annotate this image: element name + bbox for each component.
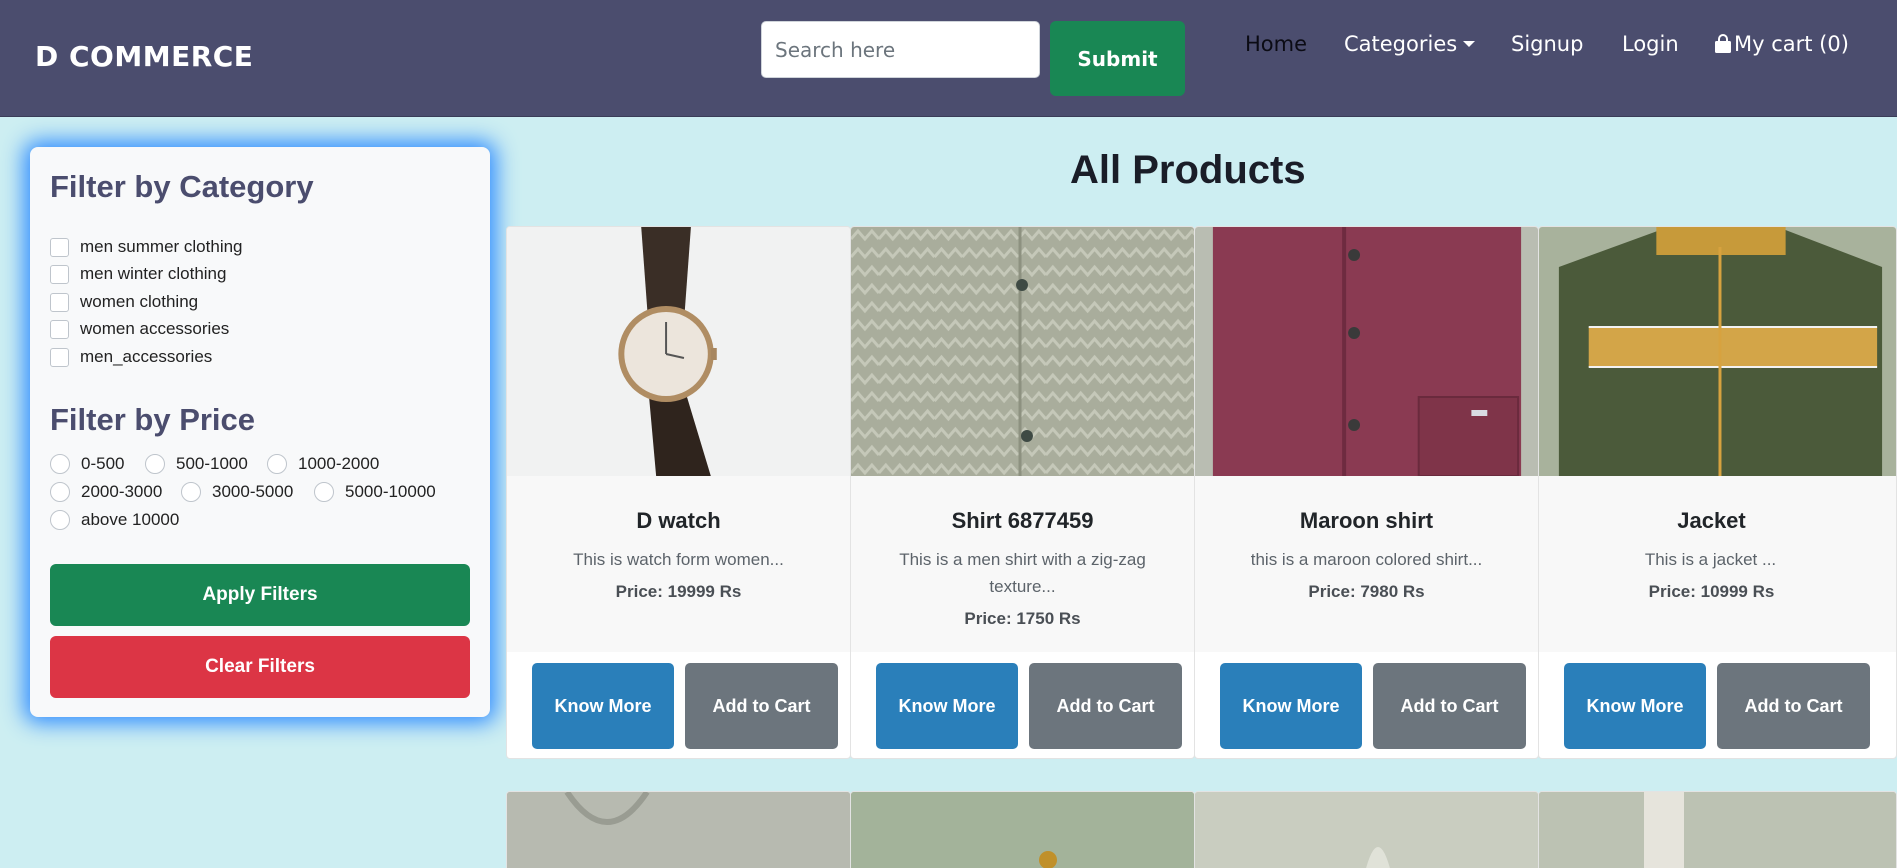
nav-categories-label: Categories bbox=[1344, 32, 1458, 56]
add-to-cart-button[interactable]: Add to Cart bbox=[1717, 663, 1870, 749]
category-checkbox[interactable] bbox=[50, 292, 69, 312]
product-image-partial bbox=[1195, 792, 1538, 868]
product-image-partial bbox=[1539, 792, 1896, 868]
nav-signup-label: Signup bbox=[1511, 32, 1584, 56]
product-name: Maroon shirt bbox=[1299, 508, 1434, 533]
product-image-watch[interactable] bbox=[507, 227, 850, 476]
price-option-5000-10000[interactable]: 5000-10000 bbox=[314, 481, 436, 503]
product-image-jacket[interactable] bbox=[1539, 227, 1896, 476]
product-card: Jacket This is a jacket ... Price: 10999… bbox=[1538, 226, 1897, 759]
product-price: Price: 7980 Rs bbox=[1308, 582, 1425, 601]
product-card-partial[interactable] bbox=[850, 791, 1195, 868]
filter-category-title: Filter by Category bbox=[50, 169, 314, 204]
product-card: Shirt 6877459 This is a men shirt with a… bbox=[850, 226, 1195, 759]
search-input[interactable] bbox=[761, 21, 1040, 78]
product-price: Price: 10999 Rs bbox=[1648, 582, 1775, 601]
price-option-500-1000[interactable]: 500-1000 bbox=[145, 453, 248, 475]
know-more-button[interactable]: Know More bbox=[876, 663, 1018, 749]
product-image-shirt[interactable] bbox=[851, 227, 1194, 476]
product-description: this is a maroon colored shirt... bbox=[1250, 550, 1483, 569]
price-radio[interactable] bbox=[314, 482, 334, 502]
navbar: D COMMERCE Submit Home Categories Signup… bbox=[0, 0, 1897, 117]
category-checkbox[interactable] bbox=[50, 237, 69, 257]
product-card-body: D watch This is watch form women... Pric… bbox=[507, 476, 850, 652]
price-label: 5000-10000 bbox=[345, 482, 436, 501]
category-option-men-accessories[interactable]: men_accessories bbox=[50, 346, 212, 368]
product-description: This is a men shirt with a zig-zag textu… bbox=[899, 550, 1146, 596]
category-checkbox[interactable] bbox=[50, 264, 69, 284]
brand-logo[interactable]: D COMMERCE bbox=[35, 40, 253, 73]
price-label: 3000-5000 bbox=[212, 482, 294, 501]
category-checkbox[interactable] bbox=[50, 347, 69, 367]
category-label: men summer clothing bbox=[80, 237, 243, 256]
price-label: 1000-2000 bbox=[298, 454, 380, 473]
category-label: women accessories bbox=[80, 319, 230, 338]
product-card-body: Maroon shirt this is a maroon colored sh… bbox=[1195, 476, 1538, 652]
product-image-maroon-shirt[interactable] bbox=[1195, 227, 1538, 476]
shopping-bag-icon bbox=[1715, 34, 1731, 53]
category-label: men_accessories bbox=[80, 347, 213, 366]
filter-price-title: Filter by Price bbox=[50, 402, 256, 437]
price-radio[interactable] bbox=[145, 454, 165, 474]
product-description: This is watch form women... bbox=[573, 550, 784, 569]
price-label: above 10000 bbox=[81, 510, 180, 529]
apply-filters-button[interactable]: Apply Filters bbox=[50, 564, 470, 626]
nav-signup-link[interactable]: Signup bbox=[1511, 32, 1583, 56]
product-name: Jacket bbox=[1677, 508, 1746, 533]
category-checkbox[interactable] bbox=[50, 319, 69, 339]
know-more-button[interactable]: Know More bbox=[1220, 663, 1362, 749]
filter-panel: Filter by Category men summer clothing m… bbox=[30, 147, 490, 717]
add-to-cart-button[interactable]: Add to Cart bbox=[1029, 663, 1182, 749]
price-option-2000-3000[interactable]: 2000-3000 bbox=[50, 481, 162, 503]
product-card-partial[interactable] bbox=[506, 791, 851, 868]
nav-home-link[interactable]: Home bbox=[1245, 32, 1307, 56]
product-price: Price: 1750 Rs bbox=[964, 609, 1081, 628]
add-to-cart-button[interactable]: Add to Cart bbox=[1373, 663, 1526, 749]
know-more-button[interactable]: Know More bbox=[532, 663, 674, 749]
category-option-women-clothing[interactable]: women clothing bbox=[50, 291, 198, 313]
price-option-above-10000[interactable]: above 10000 bbox=[50, 509, 179, 531]
product-image-partial bbox=[507, 792, 850, 868]
price-label: 2000-3000 bbox=[81, 482, 163, 501]
nav-cart-label: My cart (0) bbox=[1734, 32, 1849, 56]
price-radio[interactable] bbox=[181, 482, 201, 502]
nav-categories-dropdown[interactable]: Categories bbox=[1344, 32, 1476, 56]
category-label: men winter clothing bbox=[80, 264, 227, 283]
product-card: Maroon shirt this is a maroon colored sh… bbox=[1194, 226, 1539, 759]
caret-down-icon bbox=[1463, 41, 1476, 47]
price-label: 500-1000 bbox=[176, 454, 248, 473]
product-card: D watch This is watch form women... Pric… bbox=[506, 226, 851, 759]
category-option-men-summer-clothing[interactable]: men summer clothing bbox=[50, 236, 243, 258]
clear-filters-button[interactable]: Clear Filters bbox=[50, 636, 470, 698]
product-card-partial[interactable] bbox=[1194, 791, 1539, 868]
nav-login-link[interactable]: Login bbox=[1622, 32, 1679, 56]
product-image-partial bbox=[851, 792, 1194, 868]
price-radio[interactable] bbox=[50, 510, 70, 530]
product-price: Price: 19999 Rs bbox=[615, 582, 742, 601]
add-to-cart-button[interactable]: Add to Cart bbox=[685, 663, 838, 749]
product-card-body: Jacket This is a jacket ... Price: 10999… bbox=[1539, 476, 1896, 652]
price-option-0-500[interactable]: 0-500 bbox=[50, 453, 124, 475]
search-submit-button[interactable]: Submit bbox=[1050, 21, 1185, 96]
price-radio[interactable] bbox=[50, 454, 70, 474]
price-label: 0-500 bbox=[81, 454, 125, 473]
know-more-button[interactable]: Know More bbox=[1564, 663, 1706, 749]
category-label: women clothing bbox=[80, 292, 199, 311]
products-title: All Products bbox=[1070, 148, 1306, 192]
product-card-body: Shirt 6877459 This is a men shirt with a… bbox=[851, 476, 1194, 652]
price-option-3000-5000[interactable]: 3000-5000 bbox=[181, 481, 293, 503]
product-card-partial[interactable] bbox=[1538, 791, 1897, 868]
category-option-women-accessories[interactable]: women accessories bbox=[50, 318, 229, 340]
product-description: This is a jacket ... bbox=[1644, 550, 1777, 569]
product-name: D watch bbox=[636, 508, 721, 533]
price-option-1000-2000[interactable]: 1000-2000 bbox=[267, 453, 379, 475]
product-name: Shirt 6877459 bbox=[951, 508, 1094, 533]
nav-home-label: Home bbox=[1245, 32, 1308, 56]
category-option-men-winter-clothing[interactable]: men winter clothing bbox=[50, 263, 226, 285]
nav-login-label: Login bbox=[1622, 32, 1679, 56]
price-radio[interactable] bbox=[50, 482, 70, 502]
price-radio[interactable] bbox=[267, 454, 287, 474]
nav-cart-link[interactable]: My cart (0) bbox=[1714, 32, 1849, 56]
